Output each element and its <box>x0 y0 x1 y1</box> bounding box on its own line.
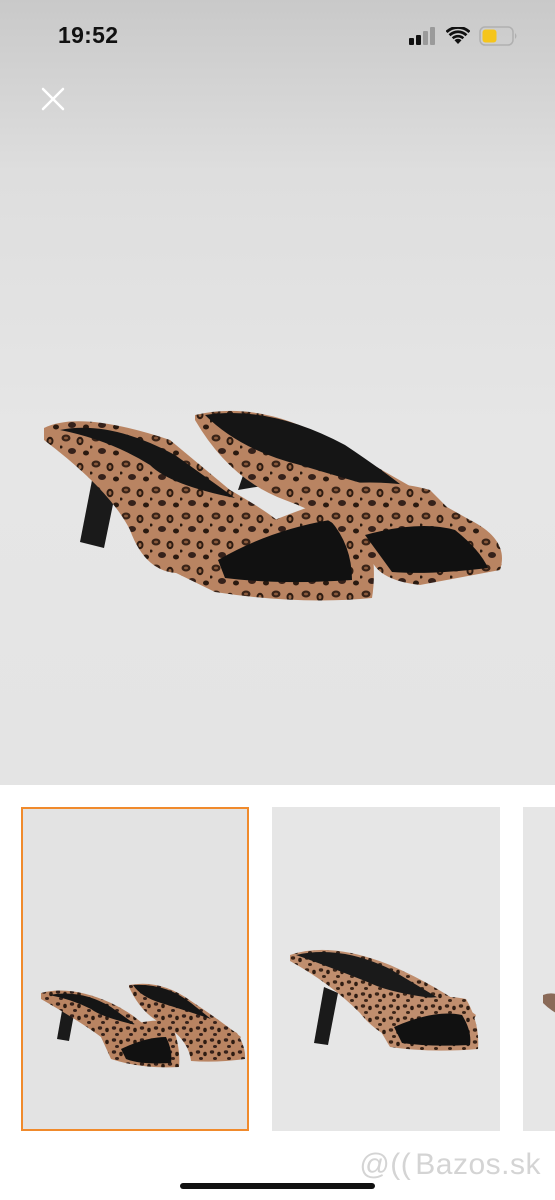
close-button[interactable] <box>38 84 68 114</box>
signal-icon <box>409 27 435 45</box>
thumbnail-2[interactable] <box>272 807 500 1131</box>
wifi-icon <box>446 27 470 44</box>
watermark-text: Bazos.sk <box>415 1148 541 1181</box>
close-icon <box>41 87 65 111</box>
thumbnail-1[interactable] <box>21 807 249 1131</box>
thumbnail-3-image <box>543 993 555 1013</box>
thumbnail-2-image <box>290 949 479 1051</box>
status-bar: 19:52 <box>0 0 555 70</box>
watermark: @(( Bazos.sk <box>359 1148 541 1182</box>
thumbnail-3[interactable] <box>523 807 555 1131</box>
status-time: 19:52 <box>58 22 119 48</box>
product-image <box>44 410 502 601</box>
main-image-viewer[interactable]: 19:52 <box>0 0 555 785</box>
battery-icon <box>479 26 517 46</box>
home-indicator[interactable] <box>180 1183 375 1189</box>
status-icons <box>409 26 519 46</box>
thumbnail-strip[interactable] <box>0 785 555 1145</box>
watermark-logo: @(( <box>359 1148 412 1181</box>
thumbnail-1-image <box>41 983 246 1068</box>
